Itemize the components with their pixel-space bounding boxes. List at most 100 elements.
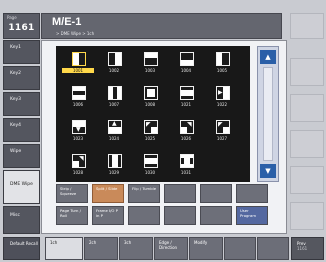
tab-modify[interactable]: Modify	[189, 237, 223, 260]
right-panel-slot	[290, 130, 324, 158]
tab-label: 2ch	[89, 240, 97, 245]
nav-key4[interactable]: Key4	[3, 118, 40, 142]
pattern-tile[interactable]: ◤ 1027	[206, 117, 238, 144]
button-label: Default Recall	[10, 241, 38, 246]
right-panel-slot	[290, 13, 324, 39]
category-page-turn-roll-button[interactable]: Page Turn / Roll	[56, 206, 88, 225]
category-empty-button[interactable]	[236, 184, 268, 203]
tab-label: Modify	[194, 240, 208, 245]
pattern-tile[interactable]: ◥ 1028	[62, 151, 94, 178]
right-panel-slot	[290, 94, 324, 122]
page-number-box: Page 1161	[3, 13, 40, 39]
wipe-pattern-icon: ▼	[72, 120, 86, 134]
wipe-pattern-icon: ◤	[144, 120, 158, 134]
button-label: Split / Slide	[96, 186, 118, 191]
button-label: User Program	[240, 208, 257, 218]
pattern-label: 1023	[72, 136, 84, 141]
pattern-label: 1001	[62, 68, 94, 73]
pattern-label: 1031	[180, 170, 192, 175]
page-title: M/E-1	[52, 16, 82, 28]
category-flip-tumble-button[interactable]: Flip / Tumble	[128, 184, 160, 203]
wipe-pattern-icon	[144, 154, 158, 168]
pattern-label: 1008	[144, 102, 156, 107]
pattern-tile[interactable]: 1001	[62, 49, 94, 76]
scroll-down-button[interactable]: ▼	[260, 164, 276, 178]
pattern-tile[interactable]: 1007	[98, 83, 130, 110]
nav-dme-wipe[interactable]: DME Wipe	[3, 170, 40, 204]
category-split-slide-button[interactable]: Split / Slide	[92, 184, 124, 203]
pattern-label: 1025	[144, 136, 156, 141]
pattern-tile[interactable]: 1006	[62, 83, 94, 110]
category-empty-button[interactable]	[200, 206, 232, 225]
breadcrumb: > DME Wipe > 1ch	[56, 31, 95, 36]
wipe-pattern-icon	[180, 52, 194, 66]
pattern-tile[interactable]: ▼ 1023	[62, 117, 94, 144]
tab-empty[interactable]	[224, 237, 256, 260]
pattern-label: 1027	[216, 136, 228, 141]
tab-2ch[interactable]: 2ch	[84, 237, 118, 260]
pattern-scrollbar[interactable]: ▲ ▼	[257, 46, 279, 182]
wipe-pattern-icon	[216, 52, 230, 66]
nav-key3[interactable]: Key3	[3, 92, 40, 116]
wipe-pattern-icon	[72, 52, 86, 66]
nav-misc[interactable]: Misc	[3, 206, 40, 234]
category-frame-io-button[interactable]: Frame I/O P in P	[92, 206, 124, 225]
pattern-tile[interactable]: 1031	[170, 151, 202, 178]
category-empty-button[interactable]	[164, 206, 196, 225]
button-label: Frame I/O P in P	[96, 208, 118, 218]
nav-label: DME Wipe	[10, 182, 33, 187]
page-label: Page	[7, 15, 17, 20]
tab-3ch[interactable]: 3ch	[119, 237, 153, 260]
tab-1ch[interactable]: 1ch	[45, 237, 83, 260]
category-strip-squeeze-button[interactable]: Strip / Squeeze	[56, 184, 88, 203]
pattern-tile[interactable]: 1030	[134, 151, 166, 178]
button-label: Strip / Squeeze	[60, 186, 77, 196]
pattern-label: 1002	[108, 68, 120, 73]
tab-empty[interactable]	[257, 237, 289, 260]
pattern-tile[interactable]: ▲ 1024	[98, 117, 130, 144]
tab-label: 1ch	[50, 240, 58, 245]
category-user-program-button[interactable]: User Program	[236, 206, 268, 225]
nav-key2[interactable]: Key2	[3, 66, 40, 90]
pattern-tile[interactable]: 1004	[170, 49, 202, 76]
pattern-grid: 1001 1002 1003 1004 1005 1006 1007 1008 …	[56, 46, 250, 182]
nav-key1[interactable]: Key1	[3, 40, 40, 64]
pattern-label: 1004	[180, 68, 192, 73]
nav-label: Key1	[10, 45, 22, 50]
pattern-tile[interactable]: 1002	[98, 49, 130, 76]
pattern-tile[interactable]: 1003	[134, 49, 166, 76]
pattern-tile[interactable]: ◤ 1025	[134, 117, 166, 144]
wipe-pattern-icon	[72, 86, 86, 100]
wipe-pattern-icon	[108, 154, 122, 168]
scroll-track[interactable]	[263, 67, 273, 161]
button-label: Page Turn / Roll	[60, 208, 81, 218]
tab-label: 3ch	[124, 240, 132, 245]
nav-label: Key3	[10, 97, 22, 102]
category-empty-button[interactable]	[200, 184, 232, 203]
wipe-pattern-icon: ◥	[180, 120, 194, 134]
pattern-label: 1029	[108, 170, 120, 175]
tab-edge-direction[interactable]: Edge / Direction	[154, 237, 188, 260]
prev-page-button[interactable]: Prev 1161	[291, 237, 324, 260]
pattern-tile[interactable]: 1005	[206, 49, 238, 76]
pattern-tile[interactable]: 1029	[98, 151, 130, 178]
pattern-label: 1026	[180, 136, 192, 141]
pattern-tile[interactable]: ◥ 1026	[170, 117, 202, 144]
right-panel-slot	[290, 166, 324, 194]
scroll-up-button[interactable]: ▲	[260, 50, 276, 64]
nav-wipe[interactable]: Wipe	[3, 144, 40, 168]
pattern-label: 1006	[72, 102, 84, 107]
pattern-tile[interactable]: 1021	[170, 83, 202, 110]
right-panel-slot	[290, 202, 324, 230]
category-empty-button[interactable]	[128, 206, 160, 225]
default-recall-button[interactable]: Default Recall	[3, 237, 40, 260]
pattern-label: 1024	[108, 136, 120, 141]
wipe-pattern-icon	[108, 86, 122, 100]
pattern-tile[interactable]: ▶ 1022	[206, 83, 238, 110]
pattern-label: 1022	[216, 102, 228, 107]
wipe-pattern-icon: ▲	[108, 120, 122, 134]
page-header: M/E-1 > DME Wipe > 1ch	[41, 13, 282, 39]
right-panel-slot	[290, 58, 324, 86]
category-empty-button[interactable]	[164, 184, 196, 203]
pattern-tile[interactable]: 1008	[134, 83, 166, 110]
